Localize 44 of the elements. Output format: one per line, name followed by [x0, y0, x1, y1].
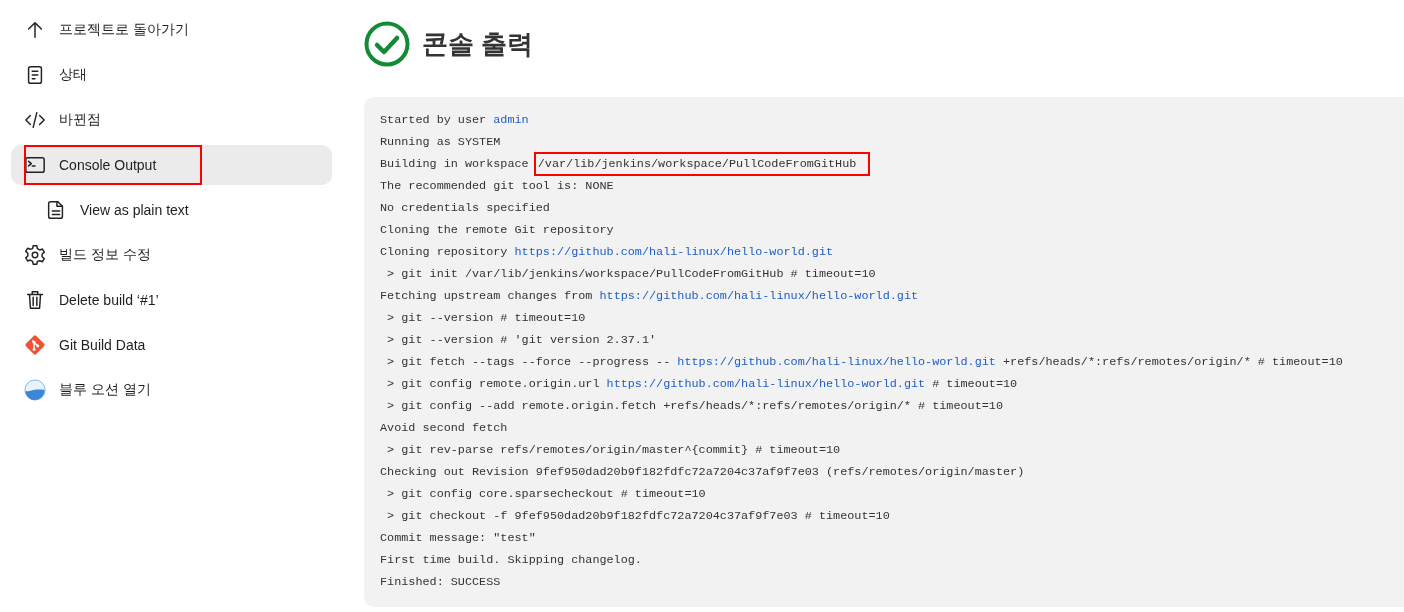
- sidebar-item[interactable]: 상태: [11, 55, 332, 95]
- sidebar-item[interactable]: 바뀐점: [11, 100, 332, 140]
- terminal-icon: [24, 154, 46, 176]
- code-icon: [24, 109, 46, 131]
- success-check-icon: [364, 21, 410, 67]
- console-line: > git config core.sparsecheckout # timeout=10: [386, 486, 707, 503]
- console-link[interactable]: https://github.com/hali-linux/hello-world.git: [599, 289, 919, 303]
- console-line: No credentials specified: [380, 200, 551, 217]
- gear-icon: [24, 244, 46, 266]
- console-link[interactable]: https://github.com/hali-linux/hello-world.git: [606, 377, 926, 391]
- console-line: > git init /var/lib/jenkins/workspace/PullCodeFromGitHub # timeout=10: [386, 266, 877, 283]
- console-line: Running as SYSTEM: [380, 134, 502, 151]
- console-line: Commit message: "test": [380, 530, 537, 547]
- console-link[interactable]: https://github.com/hali-linux/hello-world.git: [514, 245, 834, 259]
- sidebar-item[interactable]: 빌드 정보 수정: [11, 235, 332, 275]
- console-line: > git config remote.origin.url https://github.com/hali-linux/hello-world.git # timeout=10: [386, 376, 1019, 393]
- console-line: First time build. Skipping changelog.: [380, 552, 643, 569]
- console-line: > git checkout -f 9fef950dad20b9f182fdfc72a7204c37af9f7e03 # timeout=10: [386, 508, 891, 525]
- console-line: > git rev-parse refs/remotes/origin/master^{commit} # timeout=10: [386, 442, 842, 459]
- console-line: Finished: SUCCESS: [380, 574, 502, 591]
- sidebar-item[interactable]: 블루 오션 열기: [11, 370, 332, 410]
- console-line: > git --version # 'git version 2.37.1': [386, 332, 658, 349]
- sidebar-item[interactable]: Delete build ‘#1’: [11, 280, 332, 320]
- console-line: Cloning the remote Git repository: [380, 222, 615, 239]
- ocean-icon: [24, 379, 46, 401]
- console-line: > git --version # timeout=10: [386, 310, 587, 327]
- console-line: > git fetch --tags --force --progress -- https://github.com/hali-linux/hello-world.git +refs/heads/*:refs/remotes/origin/* # timeout=10: [386, 354, 1344, 371]
- console-link[interactable]: admin: [493, 113, 529, 127]
- sidebar-item[interactable]: 프로젝트로 돌아가기: [11, 10, 332, 50]
- console-link[interactable]: https://github.com/hali-linux/hello-world.git: [677, 355, 996, 369]
- console-line: Checking out Revision 9fef950dad20b9f182fdfc72a7204c37af9f7e03 (refs/remotes/origin/master): [380, 464, 1026, 481]
- console-line: Avoid second fetch: [380, 420, 509, 437]
- console-line: > git config --add remote.origin.fetch +refs/heads/*:refs/remotes/origin/* # timeout=10: [386, 398, 1004, 415]
- console-line: Building in workspace /var/lib/jenkins/workspace/PullCodeFromGitHub: [380, 153, 1404, 175]
- page-title: 콘솔 출력: [422, 27, 534, 61]
- sidebar-item[interactable]: View as plain text: [11, 190, 332, 230]
- sidebar-item[interactable]: Console Output: [11, 145, 332, 185]
- trash-icon: [24, 289, 46, 311]
- console-line: The recommended git tool is: NONE: [380, 178, 615, 195]
- console-line: Fetching upstream changes from https://github.com/hali-linux/hello-world.git: [380, 288, 920, 305]
- sidebar-item[interactable]: Git Build Data: [11, 325, 332, 365]
- console-line: Started by user admin: [380, 112, 530, 129]
- highlighted-path: /var/lib/jenkins/workspace/PullCodeFromGitHub: [535, 154, 869, 174]
- console-line: Cloning repository https://github.com/hali-linux/hello-world.git: [380, 244, 835, 261]
